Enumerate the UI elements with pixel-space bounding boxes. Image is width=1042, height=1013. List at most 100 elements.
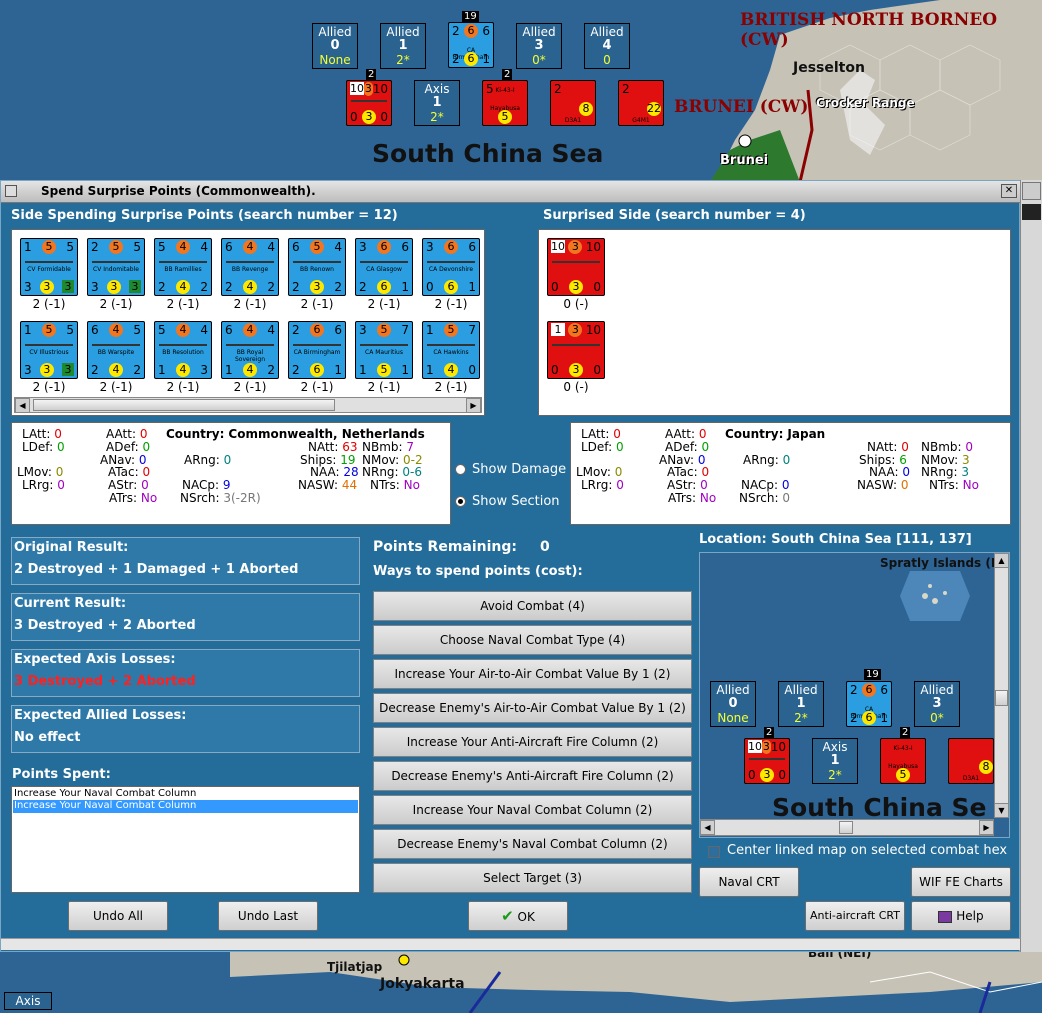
stack-count: 19 [462, 11, 479, 22]
country-value: Commonwealth, Netherlands [228, 427, 425, 441]
avoid-combat-button[interactable]: Avoid Combat (4) [373, 591, 692, 621]
dialog-menu-icon[interactable] [5, 185, 17, 197]
show-section-radio[interactable] [455, 496, 466, 507]
counter-ki43[interactable]: 5 Ki-43-I Hayabusa 5 [482, 80, 528, 126]
counter-value: 3 [359, 323, 367, 337]
dialog-titlebar[interactable]: Spend Surprise Points (Commonwealth). ✕ [1, 181, 1021, 203]
choose-naval-combat-type-button[interactable]: Choose Naval Combat Type (4) [373, 625, 692, 655]
show-damage-label[interactable]: Show Damage [472, 462, 566, 477]
counter-d3a1[interactable]: 2 D3A1 8 [550, 80, 596, 126]
unit-counter[interactable]: 6 4 5 BB Warspite 2 4 2 [87, 321, 145, 379]
scroll-thumb[interactable] [33, 399, 335, 411]
mini-allied-box-3[interactable]: Allied 3 0* [914, 681, 960, 727]
counter-value: 5 [66, 323, 74, 337]
counter-value: 2 [292, 323, 300, 337]
unit-counter[interactable]: 6 5 4 BB Renown 2 3 2 [288, 238, 346, 296]
scroll-thumb[interactable] [995, 690, 1008, 706]
unit-counter[interactable]: 1 5 5 CV Illustrious 3 3 3 [20, 321, 78, 379]
mini-allied-box-0[interactable]: Allied 0 None [710, 681, 756, 727]
unit-counter[interactable]: 6 4 4 BB Royal Sovereign 1 4 2 [221, 321, 279, 379]
center-linked-checkbox[interactable] [708, 846, 720, 858]
decrease-enemy-aa-column-button[interactable]: Decrease Enemy's Anti-Aircraft Fire Colu… [373, 761, 692, 791]
undo-all-button[interactable]: Undo All [68, 901, 168, 931]
center-linked-label[interactable]: Center linked map on selected combat hex [727, 843, 1007, 858]
counter-ca-birmingham-top[interactable]: 266 CA Birmingham 261 [448, 22, 494, 68]
stat-ntrs: NTrs: No [370, 478, 420, 492]
decrease-enemy-air-to-air-button[interactable]: Decrease Enemy's Air-to-Air Combat Value… [373, 693, 692, 723]
mini-map[interactable]: Spratly Islands (B Allied 0 None Allied … [699, 552, 1010, 838]
show-section-label[interactable]: Show Section [472, 494, 560, 509]
ship-silhouette-icon [25, 257, 73, 263]
allied-units-scrollbar[interactable]: ◀ ▶ [14, 397, 482, 413]
scroll-up-icon[interactable] [1022, 182, 1041, 200]
wif-fe-charts-button[interactable]: WIF FE Charts [911, 867, 1011, 897]
mini-counter-axis-ship[interactable]: 10 3 10 030 [744, 738, 790, 784]
unit-counter[interactable]: 3 5 7 CA Mauritius 1 5 1 [355, 321, 413, 379]
show-damage-radio[interactable] [455, 464, 466, 475]
naval-crt-button[interactable]: Naval CRT [699, 867, 799, 897]
counter-value: 2 [200, 280, 208, 294]
points-remaining-label: Points Remaining: [373, 539, 518, 555]
mini-allied-box-1[interactable]: Allied 1 2* [778, 681, 824, 727]
mini-map-hscroll[interactable]: ◀ ▶ [700, 819, 994, 836]
close-icon[interactable]: ✕ [1001, 184, 1017, 198]
allied-box-0[interactable]: Allied 0 None [312, 23, 358, 69]
unit-counter[interactable]: 3 6 6 CA Devonshire 0 6 1 [422, 238, 480, 296]
select-target-button[interactable]: Select Target (3) [373, 863, 692, 893]
mini-counter-ca-birmingham[interactable]: 266 CA Birmingham 261 [846, 681, 892, 727]
points-spent-item-selected[interactable]: Increase Your Naval Combat Column [13, 800, 358, 813]
counter-name: D3A1 [962, 775, 980, 782]
unit-counter[interactable]: 3 6 6 CA Glasgow 2 6 1 [355, 238, 413, 296]
stat-natt: NAtt: 63 [308, 440, 358, 454]
help-button[interactable]: Help [911, 901, 1011, 931]
dialog-bottom-scrollbar[interactable] [1, 938, 1021, 950]
scroll-right-icon[interactable]: ▶ [979, 820, 994, 835]
mini-axis-box-1[interactable]: Axis 1 2* [812, 738, 858, 784]
axis-tab[interactable]: Axis [4, 992, 52, 1010]
counter-name: CV Illustrious [29, 349, 69, 356]
decrease-enemy-naval-combat-column-button[interactable]: Decrease Enemy's Naval Combat Column (2) [373, 829, 692, 859]
country-line: Country: Japan [725, 427, 825, 441]
unit-counter[interactable]: 2 5 5 CV Indomitable 3 3 3 [87, 238, 145, 296]
anti-aircraft-crt-button[interactable]: Anti-aircraft CRT [805, 901, 905, 931]
unit-counter[interactable]: 5 4 4 BB Resolution 1 4 3 [154, 321, 212, 379]
increase-aa-column-button[interactable]: Increase Your Anti-Aircraft Fire Column … [373, 727, 692, 757]
increase-air-to-air-button[interactable]: Increase Your Air-to-Air Combat Value By… [373, 659, 692, 689]
allied-box-3[interactable]: Allied 3 0* [516, 23, 562, 69]
undo-last-button[interactable]: Undo Last [218, 901, 318, 931]
box-number: 3 [534, 38, 544, 53]
counter-value: 6 [91, 323, 99, 337]
sea-label-top: South China Sea [372, 139, 604, 168]
points-spent-item[interactable]: Increase Your Naval Combat Column [14, 788, 196, 799]
box-number: 1 [398, 38, 408, 53]
scroll-left-icon[interactable]: ◀ [15, 398, 30, 413]
axis-box-1[interactable]: Axis 1 2* [414, 80, 460, 126]
counter-axis-ship-top[interactable]: 10 3 10 030 [346, 80, 392, 126]
unit-counter[interactable]: 2 6 6 CA Birmingham 2 6 1 [288, 321, 346, 379]
unit-counter[interactable]: 1 3 10 0 3 0 [547, 321, 605, 379]
scroll-right-icon[interactable]: ▶ [466, 398, 481, 413]
unit-counter[interactable]: 6 4 4 BB Revenge 2 4 2 [221, 238, 279, 296]
counter-g4m1[interactable]: 2 G4M1 22 [618, 80, 664, 126]
mini-counter-ki43[interactable]: Ki-43-I Hayabusa 5 [880, 738, 926, 784]
points-spent-list[interactable]: Increase Your Naval Combat Column Increa… [11, 786, 360, 893]
scroll-thumb[interactable] [1022, 204, 1041, 220]
scroll-down-icon[interactable]: ▼ [994, 803, 1009, 818]
scroll-left-icon[interactable]: ◀ [700, 820, 715, 835]
unit-counter[interactable]: 1 5 7 CA Hawkins 1 4 0 [422, 321, 480, 379]
increase-naval-combat-column-button[interactable]: Increase Your Naval Combat Column (2) [373, 795, 692, 825]
counter-value: 3 [128, 280, 141, 293]
allied-box-1[interactable]: Allied 1 2* [380, 23, 426, 69]
main-vscroll[interactable] [1020, 180, 1042, 952]
unit-counter[interactable]: 10 3 10 0 3 0 [547, 238, 605, 296]
stat-arng: ARng: 0 [743, 453, 790, 467]
unit-counter[interactable]: 5 4 4 BB Ramillies 2 4 2 [154, 238, 212, 296]
allied-box-4[interactable]: Allied 4 0 [584, 23, 630, 69]
mini-map-vscroll[interactable]: ▲ ▼ [994, 553, 1009, 818]
mini-counter-d3a1[interactable]: D3A1 8 [948, 738, 994, 784]
unit-counter[interactable]: 1 5 5 CV Formidable 3 3 3 [20, 238, 78, 296]
counter-value: 4 [444, 363, 458, 377]
scroll-up-icon[interactable]: ▲ [994, 553, 1009, 568]
scroll-thumb[interactable] [839, 821, 853, 834]
ok-button[interactable]: ✔ OK [468, 901, 568, 931]
